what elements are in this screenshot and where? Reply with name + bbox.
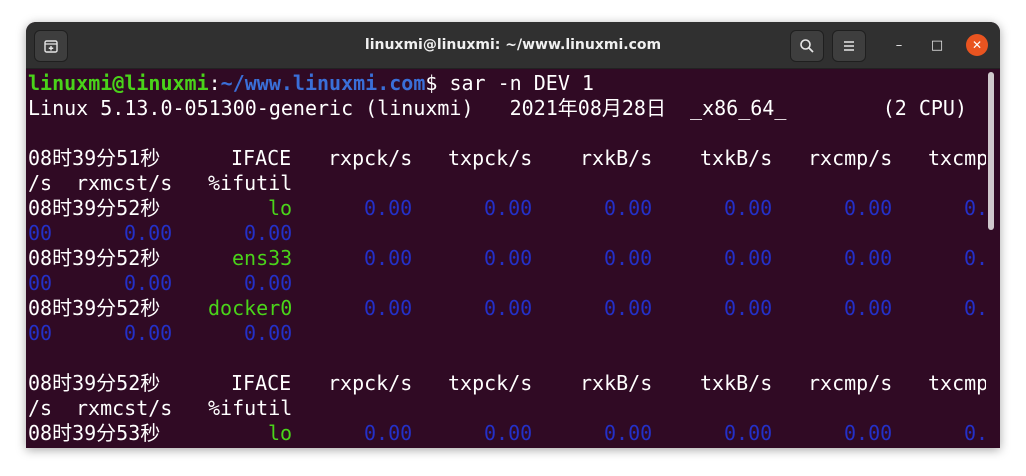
row-txpck: 0.00 [484, 246, 533, 270]
row-rxpck: 0.00 [364, 196, 413, 220]
header-rxmcst: rxmcst/s [76, 396, 173, 420]
row-rxcmp: 0.00 [844, 296, 893, 320]
row-ifutil: 0.00 [244, 271, 293, 295]
terminal-window: linuxmi@linuxmi: ~/www.linuxmi.com – □ ✕… [26, 22, 1000, 448]
table-row: 08时39分53秒 lo 0.00 0.00 0.00 0.00 0.00 0. [28, 421, 986, 446]
table-row: 08时39分52秒 ens33 0.00 0.00 0.00 0.00 0.00… [28, 246, 986, 271]
header-ifutil: %ifutil [208, 396, 293, 420]
row-time: 08时39分52秒 [28, 196, 161, 220]
header-line: 08时39分52秒 IFACE rxpck/s txpck/s rxkB/s t… [28, 371, 986, 396]
row-rxpck: 0.00 [364, 296, 413, 320]
header-txkb: txkB/s [700, 146, 773, 170]
row-rxkb: 0.00 [604, 296, 653, 320]
row-txpck: 0.00 [484, 421, 533, 445]
table-row: 08时39分52秒 docker0 0.00 0.00 0.00 0.00 0.… [28, 296, 986, 321]
header-rxcmp: rxcmp/s [808, 371, 893, 395]
header-rxpck: rxpck/s [328, 146, 413, 170]
header-iface: IFACE [231, 146, 292, 170]
header-txpck: txpck/s [448, 371, 533, 395]
minimize-button[interactable]: – [888, 34, 910, 56]
row-txpck: 0.00 [484, 196, 533, 220]
row-rxkb: 0.00 [604, 246, 653, 270]
row-txkb: 0.00 [724, 246, 773, 270]
header-time: 08时39分51秒 [28, 146, 161, 170]
row-txkb: 0.00 [724, 196, 773, 220]
header-txcmp-head: txcmp [928, 371, 986, 395]
row-txcmp-head: 0. [964, 196, 986, 220]
row-txcmp-tail: 00 [28, 221, 53, 245]
header-rxkb: rxkB/s [580, 371, 653, 395]
row-time: 08时39分52秒 [28, 246, 161, 270]
table-row-wrap: 00 0.00 0.00 [28, 221, 986, 246]
prompt-separator: : [208, 71, 221, 95]
title-bar[interactable]: linuxmi@linuxmi: ~/www.linuxmi.com – □ ✕ [26, 22, 1000, 69]
maximize-icon: □ [930, 37, 944, 53]
row-rxmcst: 0.00 [124, 221, 173, 245]
row-ifutil: 0.00 [244, 221, 293, 245]
row-rxpck: 0.00 [364, 246, 413, 270]
row-rxkb: 0.00 [604, 421, 653, 445]
row-iface: docker0 [208, 296, 293, 320]
header-txcmp-tail: /s [28, 396, 53, 420]
header-txkb: txkB/s [700, 371, 773, 395]
header-txpck: txpck/s [448, 146, 533, 170]
header-rxkb: rxkB/s [580, 146, 653, 170]
maximize-button[interactable]: □ [926, 34, 948, 56]
row-iface: lo [268, 196, 293, 220]
row-rxcmp: 0.00 [844, 421, 893, 445]
prompt-line: linuxmi@linuxmi:~/www.linuxmi.com$ sar -… [28, 71, 594, 96]
header-rxmcst: rxmcst/s [76, 171, 173, 195]
header-ifutil: %ifutil [208, 171, 293, 195]
row-txcmp-head: 0. [964, 246, 986, 270]
scrollbar-thumb[interactable] [988, 72, 994, 230]
row-txcmp-head: 0. [964, 421, 986, 445]
header-line-wrap: /s rxmcst/s %ifutil [28, 396, 986, 421]
row-txcmp-head: 0. [964, 296, 986, 320]
row-rxpck: 0.00 [364, 421, 413, 445]
row-txcmp-tail: 00 [28, 321, 53, 345]
prompt-user: linuxmi@linuxmi [28, 71, 209, 95]
minimize-icon: – [895, 37, 903, 53]
menu-button[interactable] [832, 30, 866, 62]
header-txcmp-head: txcmp [928, 146, 986, 170]
row-rxcmp: 0.00 [844, 196, 893, 220]
row-ifutil: 0.00 [244, 321, 293, 345]
header-iface: IFACE [231, 371, 292, 395]
search-icon [800, 39, 814, 53]
row-time: 08时39分53秒 [28, 421, 161, 445]
row-rxcmp: 0.00 [844, 246, 893, 270]
prompt-symbol: $ [425, 71, 450, 95]
row-iface: ens33 [232, 246, 293, 270]
close-icon: ✕ [971, 38, 983, 52]
table-row-wrap: 00 0.00 0.00 [28, 321, 986, 346]
command-text: sar -n DEV 1 [449, 71, 594, 95]
row-rxkb: 0.00 [604, 196, 653, 220]
row-time: 08时39分52秒 [28, 296, 161, 320]
new-tab-button[interactable] [34, 30, 68, 62]
header-rxcmp: rxcmp/s [808, 146, 893, 170]
header-line-wrap: /s rxmcst/s %ifutil [28, 171, 986, 196]
row-txkb: 0.00 [724, 421, 773, 445]
close-button[interactable]: ✕ [966, 34, 988, 56]
terminal-output[interactable]: linuxmi@linuxmi:~/www.linuxmi.com$ sar -… [26, 69, 986, 448]
row-iface: lo [268, 421, 293, 445]
row-rxmcst: 0.00 [124, 271, 173, 295]
header-rxpck: rxpck/s [328, 371, 413, 395]
new-tab-icon [44, 40, 58, 53]
row-txpck: 0.00 [484, 296, 533, 320]
hamburger-menu-icon [844, 41, 854, 51]
search-button[interactable] [790, 30, 824, 62]
header-txcmp-tail: /s [28, 171, 53, 195]
row-txcmp-tail: 00 [28, 271, 53, 295]
row-rxmcst: 0.00 [124, 321, 173, 345]
header-line: 08时39分51秒 IFACE rxpck/s txpck/s rxkB/s t… [28, 146, 986, 171]
row-txkb: 0.00 [724, 296, 773, 320]
table-row: 08时39分52秒 lo 0.00 0.00 0.00 0.00 0.00 0. [28, 196, 986, 221]
sysinfo-line: Linux 5.13.0-051300-generic (linuxmi) 20… [28, 96, 967, 120]
header-time: 08时39分52秒 [28, 371, 161, 395]
prompt-path: ~/www.linuxmi.com [220, 71, 426, 95]
table-row-wrap: 00 0.00 0.00 [28, 271, 986, 296]
